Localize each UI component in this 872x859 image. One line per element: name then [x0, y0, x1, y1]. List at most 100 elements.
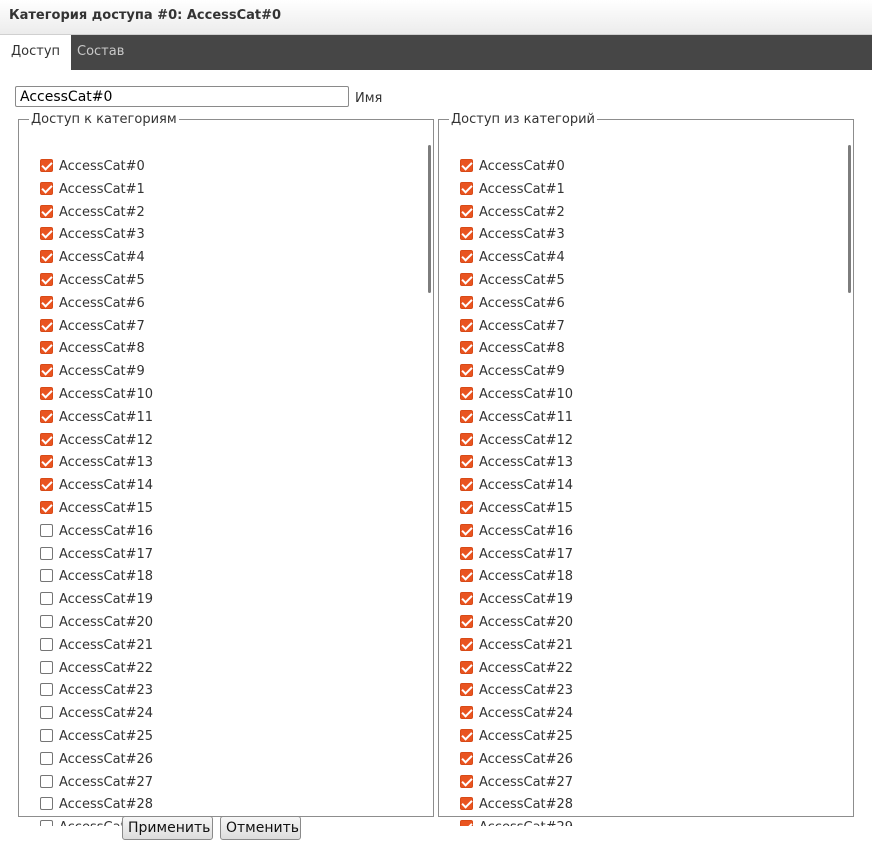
- checkbox-label: AccessCat#7: [59, 318, 145, 334]
- checkbox-unchecked[interactable]: [40, 751, 53, 765]
- checkbox-unchecked[interactable]: [40, 797, 53, 811]
- checkbox-checked[interactable]: [40, 204, 53, 218]
- cancel-button[interactable]: Отменить: [220, 816, 301, 840]
- tab-composition[interactable]: Состав: [66, 35, 135, 70]
- checkbox-checked[interactable]: [40, 295, 53, 309]
- checkbox-checked[interactable]: [40, 387, 53, 400]
- checkbox-unchecked[interactable]: [40, 774, 53, 788]
- checkbox-checked[interactable]: [460, 729, 473, 742]
- checkbox-label: AccessCat#19: [59, 592, 154, 608]
- checkbox-unchecked[interactable]: [40, 660, 53, 674]
- access-from-categories-group: Доступ из категорий AccessCat#0 AccessCat…: [438, 112, 854, 826]
- checkbox-label: AccessCat#17: [59, 546, 154, 562]
- checkbox-label: AccessCat#6: [479, 295, 565, 311]
- access-to-categories-group: Доступ к категориям AccessCat#0 AccessCat…: [18, 112, 434, 826]
- checkbox-checked[interactable]: [460, 820, 473, 826]
- checkbox-checked[interactable]: [460, 637, 473, 651]
- checkbox-label: AccessCat#5: [59, 273, 145, 288]
- checkbox-label: AccessCat#3: [479, 227, 565, 243]
- apply-button[interactable]: Применить: [122, 816, 213, 840]
- checkbox-label: AccessCat#8: [59, 341, 145, 357]
- checkbox-checked[interactable]: [460, 181, 473, 195]
- tab-access[interactable]: Доступ: [0, 35, 72, 70]
- checkbox-label: AccessCat#11: [479, 409, 574, 425]
- checkbox-unchecked[interactable]: [40, 615, 53, 628]
- window-title: Категория доступа #0: AccessCat#0: [9, 8, 282, 23]
- checkbox-checked[interactable]: [40, 159, 53, 172]
- checkbox-checked[interactable]: [460, 683, 473, 697]
- checkbox-label: AccessCat#5: [479, 273, 565, 288]
- checkbox-checked[interactable]: [460, 250, 473, 264]
- name-label: Имя: [355, 91, 383, 106]
- checkbox-checked[interactable]: [460, 774, 473, 788]
- checkbox-label: AccessCat#16: [59, 523, 154, 539]
- checkbox-unchecked[interactable]: [40, 569, 53, 583]
- checkbox-checked[interactable]: [40, 181, 53, 195]
- checkbox-checked[interactable]: [460, 797, 473, 811]
- checkbox-label: AccessCat#18: [479, 569, 574, 585]
- checkbox-label: AccessCat#15: [479, 501, 574, 516]
- checkbox-checked[interactable]: [460, 273, 473, 286]
- access-to-categories-scrollbar[interactable]: [428, 145, 431, 293]
- checkbox-label: AccessCat#17: [479, 546, 574, 562]
- access-from-categories-scrollbar[interactable]: [848, 145, 851, 293]
- checkbox-label: AccessCat#28: [59, 797, 154, 813]
- checkbox-checked[interactable]: [40, 501, 53, 514]
- checkbox-checked[interactable]: [460, 318, 473, 332]
- checkbox-label: AccessCat#27: [479, 774, 574, 790]
- checkbox-checked[interactable]: [460, 569, 473, 583]
- checkbox-label: AccessCat#23: [59, 683, 154, 699]
- checkbox-checked[interactable]: [460, 523, 473, 537]
- checkbox-checked[interactable]: [460, 455, 473, 469]
- checkbox-checked[interactable]: [460, 546, 473, 560]
- checkbox-checked[interactable]: [460, 501, 473, 514]
- checkbox-checked[interactable]: [460, 592, 473, 606]
- checkbox-checked[interactable]: [460, 227, 473, 241]
- checkbox-unchecked[interactable]: [40, 546, 53, 560]
- checkbox-label: AccessCat#10: [479, 387, 574, 402]
- checkbox-checked[interactable]: [40, 250, 53, 264]
- checkbox-checked[interactable]: [40, 364, 53, 378]
- checkbox-checked[interactable]: [40, 432, 53, 446]
- checkbox-label: AccessCat#0: [59, 159, 145, 174]
- checkbox-label: AccessCat#9: [479, 364, 565, 380]
- checkbox-checked[interactable]: [40, 409, 53, 423]
- checkbox-checked[interactable]: [40, 318, 53, 332]
- checkbox-checked[interactable]: [460, 615, 473, 628]
- checkbox-checked[interactable]: [40, 227, 53, 241]
- checkbox-checked[interactable]: [460, 364, 473, 378]
- checkbox-checked[interactable]: [40, 341, 53, 355]
- checkbox-checked[interactable]: [460, 387, 473, 400]
- checkbox-label: AccessCat#8: [479, 341, 565, 357]
- checkbox-label: AccessCat#14: [479, 478, 574, 494]
- checkbox-label: AccessCat#26: [59, 751, 154, 767]
- checkbox-unchecked[interactable]: [40, 637, 53, 651]
- checkbox-checked[interactable]: [40, 455, 53, 469]
- checkbox-label: AccessCat#10: [59, 387, 154, 402]
- checkbox-label: AccessCat#11: [59, 409, 154, 425]
- checkbox-unchecked[interactable]: [40, 523, 53, 537]
- checkbox-label: AccessCat#18: [59, 569, 154, 585]
- checkbox-label: AccessCat#20: [479, 615, 574, 630]
- checkbox-unchecked[interactable]: [40, 592, 53, 606]
- checkbox-checked[interactable]: [460, 409, 473, 423]
- checkbox-checked[interactable]: [460, 204, 473, 218]
- checkbox-unchecked[interactable]: [40, 820, 53, 826]
- checkbox-checked[interactable]: [460, 660, 473, 674]
- checkbox-unchecked[interactable]: [40, 706, 53, 720]
- checkbox-checked[interactable]: [460, 341, 473, 355]
- checkbox-checked[interactable]: [460, 295, 473, 309]
- checkbox-checked[interactable]: [460, 159, 473, 172]
- checkbox-checked[interactable]: [460, 751, 473, 765]
- checkbox-label: AccessCat#14: [59, 478, 154, 494]
- checkbox-checked[interactable]: [460, 706, 473, 720]
- checkbox-label: AccessCat#19: [479, 592, 574, 608]
- checkbox-label: AccessCat#25: [479, 729, 574, 744]
- name-input[interactable]: [15, 86, 349, 107]
- checkbox-checked[interactable]: [40, 478, 53, 492]
- checkbox-unchecked[interactable]: [40, 683, 53, 697]
- checkbox-unchecked[interactable]: [40, 729, 53, 742]
- checkbox-checked[interactable]: [460, 478, 473, 492]
- checkbox-checked[interactable]: [40, 273, 53, 286]
- checkbox-checked[interactable]: [460, 432, 473, 446]
